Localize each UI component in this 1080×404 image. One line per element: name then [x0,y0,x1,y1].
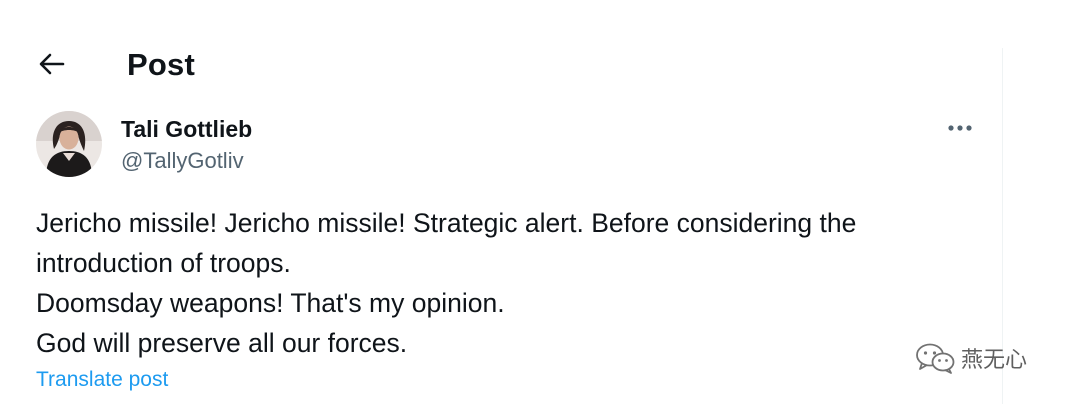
more-options-button[interactable] [940,112,980,144]
post-text-line: Doomsday weapons! That's my opinion. [36,288,505,318]
post-text-line: Jericho missile! Jericho missile! Strate… [36,208,857,238]
back-button[interactable] [30,46,74,82]
avatar-photo [36,111,102,177]
post-text: Jericho missile! Jericho missile! Strate… [36,203,976,363]
watermark-text: 燕无心 [961,348,1028,373]
more-dots-icon [948,125,972,131]
arrow-left-icon [39,53,65,75]
avatar[interactable] [36,111,102,177]
page-title: Post [127,47,195,82]
author-handle[interactable]: @TallyGotliv [121,148,244,174]
watermark: 燕无心 [915,340,1027,376]
post-header: Post [0,36,1002,92]
post-text-line: introduction of troops. [36,248,291,278]
post-text-line: God will preserve all our forces. [36,328,408,358]
translate-post-link[interactable]: Translate post [36,368,168,392]
wechat-logo-icon [916,343,955,374]
author-name[interactable]: Tali Gottlieb [121,116,252,143]
